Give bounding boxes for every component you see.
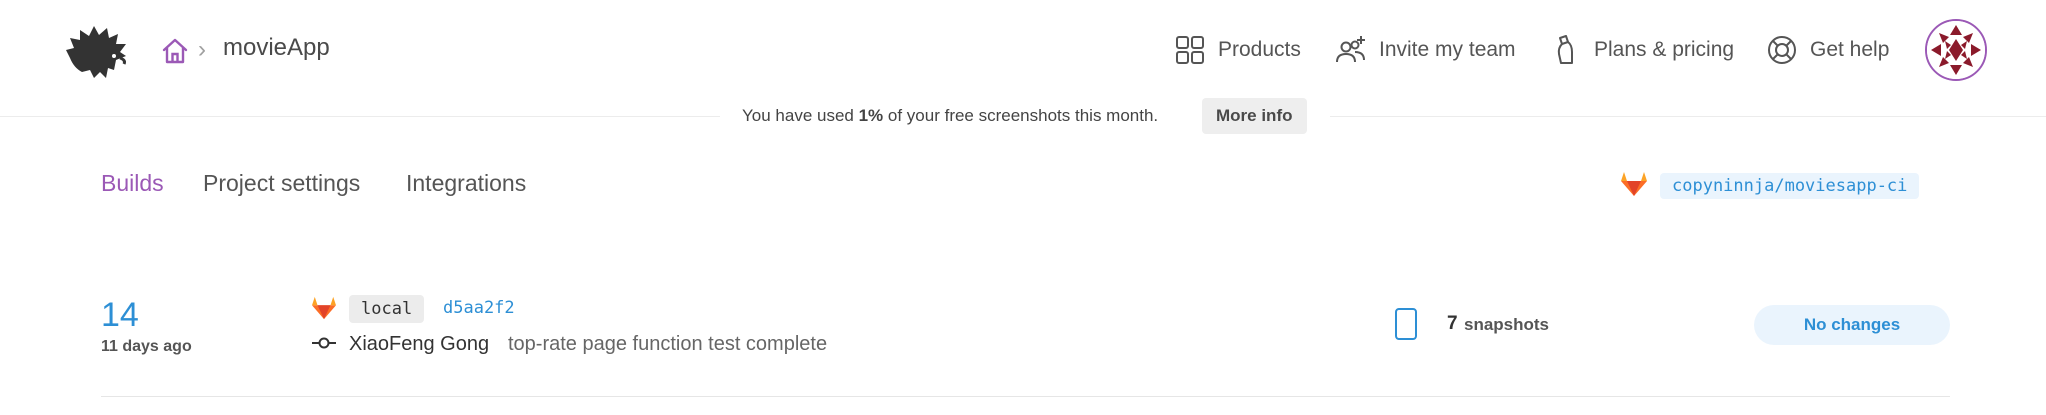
- nav-plans-pricing-label: Plans & pricing: [1594, 38, 1735, 61]
- commit-hash-link[interactable]: d5aa2f2: [443, 298, 515, 318]
- status-badge[interactable]: No changes: [1754, 305, 1950, 345]
- more-info-button[interactable]: More info: [1202, 98, 1307, 134]
- breadcrumb-separator: ›: [198, 36, 206, 63]
- gitlab-icon: [1621, 172, 1647, 196]
- hedgehog-logo-icon[interactable]: [64, 24, 130, 80]
- banner-divider-right: [1330, 116, 2046, 117]
- snapshot-label: snapshots: [1464, 315, 1550, 334]
- gitlab-icon: [312, 296, 336, 320]
- repository-link[interactable]: copyninnja/moviesapp-ci: [1660, 173, 1920, 199]
- add-people-icon: [1336, 36, 1365, 63]
- usage-banner-suffix: of your free screenshots this month.: [883, 106, 1159, 125]
- row-divider: [101, 396, 1950, 397]
- build-time: 11 days ago: [101, 338, 192, 355]
- nav-invite-team[interactable]: Invite my team: [1335, 30, 1516, 70]
- project-name[interactable]: movieApp: [223, 34, 330, 62]
- usage-banner-prefix: You have used: [742, 106, 859, 125]
- lifebuoy-icon: [1768, 36, 1796, 64]
- nav-products-label: Products: [1218, 38, 1301, 61]
- home-icon[interactable]: [160, 36, 190, 66]
- bottle-icon: [1557, 35, 1573, 64]
- tab-integrations[interactable]: Integrations: [406, 170, 526, 197]
- commit-icon: [312, 337, 336, 349]
- usage-percent: 1%: [858, 106, 884, 125]
- usage-banner: You have used 1% of your free screenshot…: [720, 104, 1181, 128]
- snapshot-count: 7: [1447, 313, 1458, 334]
- grid-icon: [1176, 36, 1204, 64]
- branch-badge: local: [349, 295, 425, 323]
- tab-builds[interactable]: Builds: [101, 170, 164, 197]
- mobile-device-icon: [1395, 308, 1417, 340]
- nav-invite-team-label: Invite my team: [1379, 38, 1516, 61]
- tab-project-settings[interactable]: Project settings: [203, 170, 360, 197]
- avatar-pattern-icon: [1927, 21, 1985, 79]
- nav-plans-pricing[interactable]: Plans & pricing: [1550, 30, 1734, 70]
- commit-message: top-rate page function test complete: [508, 333, 828, 355]
- nav-products[interactable]: Products: [1174, 30, 1301, 70]
- top-bar: › movieApp Products Invite my team Plans…: [0, 0, 2046, 100]
- build-number[interactable]: 14: [101, 296, 139, 335]
- commit-author: XiaoFeng Gong: [349, 333, 490, 355]
- nav-get-help[interactable]: Get help: [1766, 30, 1889, 70]
- user-avatar[interactable]: [1925, 19, 1987, 81]
- banner-divider-left: [0, 116, 727, 117]
- nav-get-help-label: Get help: [1810, 38, 1890, 61]
